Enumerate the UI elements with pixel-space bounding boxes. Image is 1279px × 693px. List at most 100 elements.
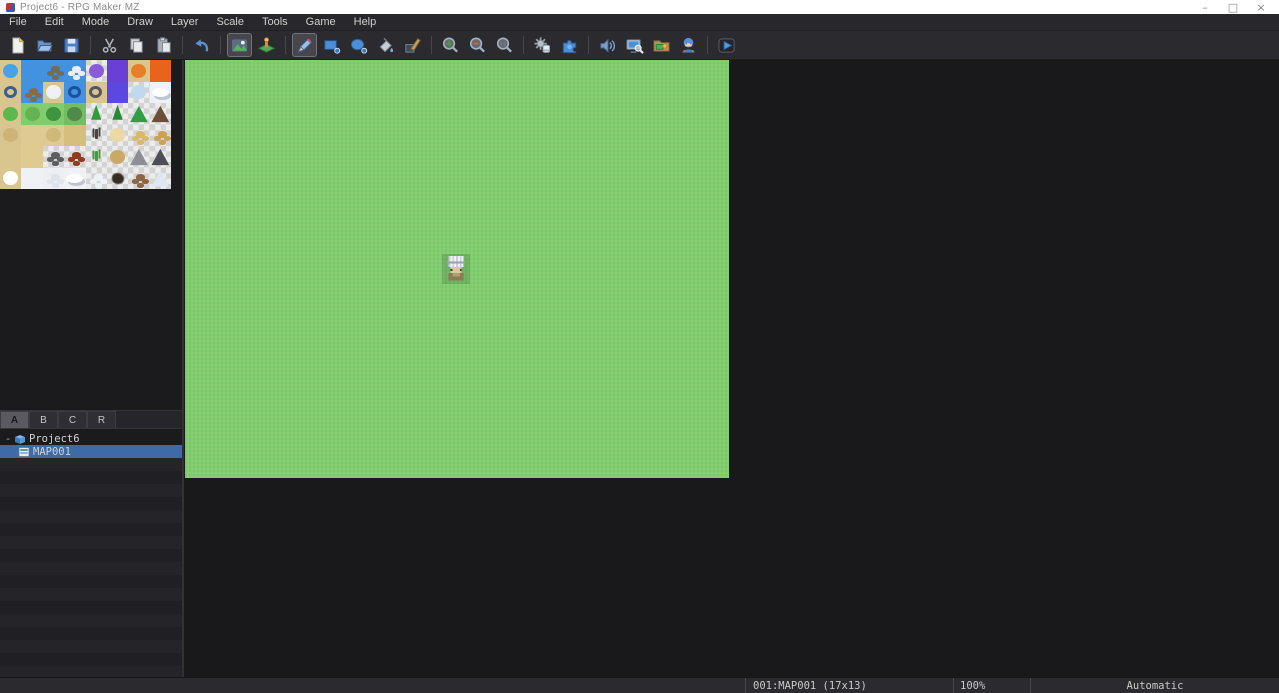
palette-tile-28[interactable] — [86, 125, 107, 147]
palette-tile-45[interactable] — [107, 168, 128, 190]
actual-size-button[interactable] — [492, 33, 517, 57]
tree-item-map-map001[interactable]: MAP001 — [0, 445, 182, 458]
palette-tile-47[interactable] — [150, 168, 171, 190]
palette-tab-a[interactable]: A — [0, 411, 29, 428]
palette-tile-27[interactable] — [64, 125, 85, 147]
app-icon — [6, 3, 15, 12]
palette-tab-r[interactable]: R — [87, 411, 116, 428]
collapse-toggle-icon[interactable]: - — [2, 433, 14, 445]
palette-tile-38[interactable] — [128, 146, 149, 168]
shadow-pen-tool-button[interactable] — [400, 33, 425, 57]
ellipse-tool-button[interactable] — [346, 33, 371, 57]
flood-fill-tool-button[interactable] — [373, 33, 398, 57]
palette-tile-30[interactable] — [128, 125, 149, 147]
menu-item-game[interactable]: Game — [297, 14, 345, 30]
save-project-button[interactable] — [59, 33, 84, 57]
palette-tile-3[interactable] — [64, 60, 85, 82]
palette-tile-36[interactable] — [86, 146, 107, 168]
close-button[interactable]: × — [1247, 1, 1275, 14]
palette-tile-13[interactable] — [107, 82, 128, 104]
palette-tile-43[interactable] — [64, 168, 85, 190]
palette-tile-42[interactable] — [43, 168, 64, 190]
menu-item-tools[interactable]: Tools — [253, 14, 297, 30]
palette-tile-37[interactable] — [107, 146, 128, 168]
maximize-button[interactable]: □ — [1219, 1, 1247, 14]
palette-tile-2[interactable] — [43, 60, 64, 82]
palette-tile-16[interactable] — [0, 103, 21, 125]
sound-test-button[interactable] — [595, 33, 620, 57]
tileset-palette[interactable] — [0, 60, 182, 410]
rectangle-tool-button[interactable] — [319, 33, 344, 57]
palette-tile-1[interactable] — [21, 60, 42, 82]
palette-tile-12[interactable] — [86, 82, 107, 104]
palette-tile-32[interactable] — [0, 146, 21, 168]
event-mode-button[interactable] — [254, 33, 279, 57]
palette-tile-0[interactable] — [0, 60, 21, 82]
palette-tile-4[interactable] — [86, 60, 107, 82]
menu-item-help[interactable]: Help — [345, 14, 386, 30]
palette-tile-25[interactable] — [21, 125, 42, 147]
plugin-manager-button[interactable] — [557, 33, 582, 57]
paste-button[interactable] — [151, 33, 176, 57]
tree-item-project[interactable]: - Project6 — [0, 432, 182, 445]
palette-tile-20[interactable] — [86, 103, 107, 125]
palette-tile-6[interactable] — [128, 60, 149, 82]
palette-tile-29[interactable] — [107, 125, 128, 147]
palette-tile-19[interactable] — [64, 103, 85, 125]
palette-tile-23[interactable] — [150, 103, 171, 125]
menu-item-mode[interactable]: Mode — [73, 14, 119, 30]
palette-tile-15[interactable] — [150, 82, 171, 104]
menu-item-file[interactable]: File — [0, 14, 36, 30]
map-canvas[interactable] — [185, 60, 729, 478]
resource-manager-button[interactable] — [649, 33, 674, 57]
palette-tile-5[interactable] — [107, 60, 128, 82]
palette-tile-17[interactable] — [21, 103, 42, 125]
menu-item-scale[interactable]: Scale — [207, 14, 253, 30]
event-searcher-button[interactable] — [622, 33, 647, 57]
undo-button[interactable] — [189, 33, 214, 57]
minimize-button[interactable]: – — [1191, 1, 1219, 14]
cut-button[interactable] — [97, 33, 122, 57]
palette-tile-22[interactable] — [128, 103, 149, 125]
palette-tile-31[interactable] — [150, 125, 171, 147]
palette-tile-39[interactable] — [150, 146, 171, 168]
zoom-out-button[interactable] — [465, 33, 490, 57]
palette-tile-7[interactable] — [150, 60, 171, 82]
palette-tile-10[interactable] — [43, 82, 64, 104]
title-bar: Project6 - RPG Maker MZ – □ × — [0, 0, 1279, 14]
project-label: Project6 — [29, 433, 80, 445]
zoom-in-button[interactable] — [438, 33, 463, 57]
palette-tile-21[interactable] — [107, 103, 128, 125]
palette-tile-14[interactable] — [128, 82, 149, 104]
playtest-button[interactable] — [714, 33, 739, 57]
palette-tile-9[interactable] — [21, 82, 42, 104]
tile-glyph — [46, 85, 61, 99]
pencil-tool-button[interactable] — [292, 33, 317, 57]
player-start-sprite[interactable] — [442, 254, 470, 284]
palette-tile-35[interactable] — [64, 146, 85, 168]
copy-button[interactable] — [124, 33, 149, 57]
open-project-button[interactable] — [32, 33, 57, 57]
menu-item-edit[interactable]: Edit — [36, 14, 73, 30]
palette-tile-18[interactable] — [43, 103, 64, 125]
palette-tile-34[interactable] — [43, 146, 64, 168]
palette-tile-41[interactable] — [21, 168, 42, 190]
palette-tile-11[interactable] — [64, 82, 85, 104]
character-generator-button[interactable] — [676, 33, 701, 57]
database-button[interactable] — [530, 33, 555, 57]
palette-tile-46[interactable] — [128, 168, 149, 190]
palette-tab-b[interactable]: B — [29, 411, 58, 428]
palette-tile-40[interactable] — [0, 168, 21, 190]
palette-tile-26[interactable] — [43, 125, 64, 147]
map-mode-button[interactable] — [227, 33, 252, 57]
palette-tab-c[interactable]: C — [58, 411, 87, 428]
menu-item-draw[interactable]: Draw — [118, 14, 162, 30]
tree-empty-row — [0, 523, 182, 536]
palette-tile-33[interactable] — [21, 146, 42, 168]
palette-tile-24[interactable] — [0, 125, 21, 147]
palette-tile-8[interactable] — [0, 82, 21, 104]
palette-tile-44[interactable] — [86, 168, 107, 190]
tile-glyph — [151, 148, 170, 166]
menu-item-layer[interactable]: Layer — [162, 14, 208, 30]
new-project-button[interactable] — [5, 33, 30, 57]
